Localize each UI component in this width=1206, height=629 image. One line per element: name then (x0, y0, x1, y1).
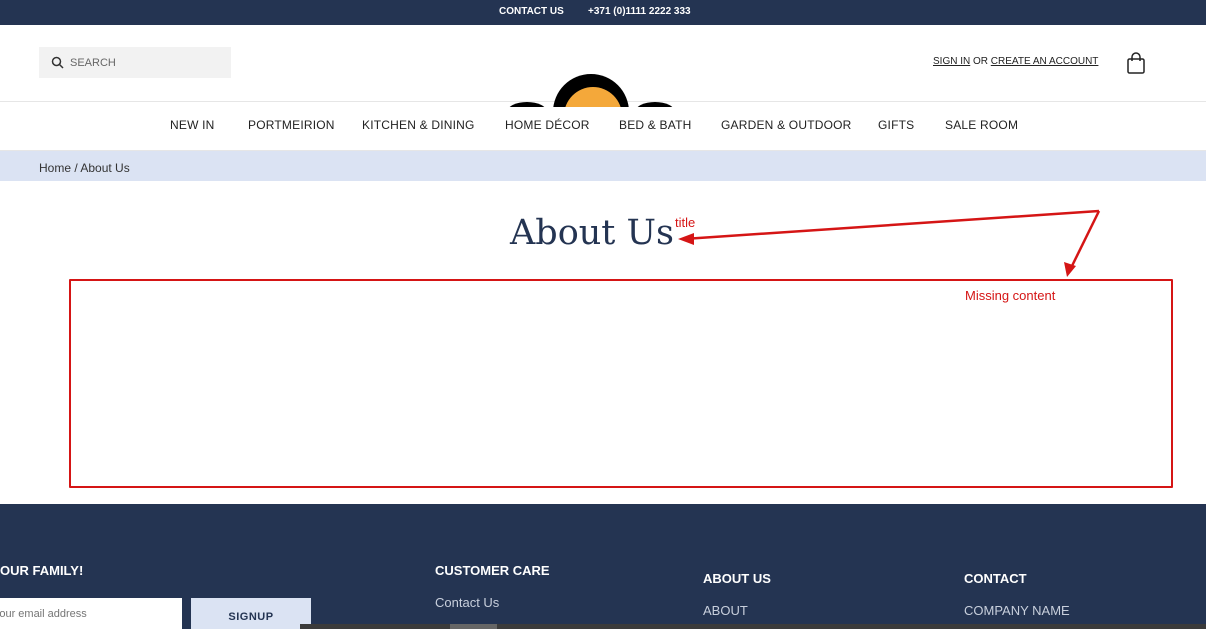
contact-heading: CONTACT (964, 571, 1027, 586)
strip-segment (450, 624, 497, 629)
phone-number[interactable]: +371 (0)1111 2222 333 (588, 6, 691, 17)
signup-button[interactable]: SIGNUP (191, 598, 311, 629)
search-box[interactable] (39, 47, 231, 78)
window-bottom-strip (300, 624, 1206, 629)
main-nav: NEW IN PORTMEIRION KITCHEN & DINING HOME… (0, 102, 1206, 151)
nav-item-new-in[interactable]: NEW IN (170, 118, 215, 132)
account-links: SIGN IN OR CREATE AN ACCOUNT (933, 56, 1098, 67)
page-title: About Us (510, 213, 674, 253)
search-icon (51, 56, 64, 69)
contact-us-link[interactable]: CONTACT US (499, 6, 564, 17)
nav-item-gifts[interactable]: GIFTS (878, 118, 914, 132)
annotation-missing-content-box (69, 279, 1173, 488)
breadcrumb[interactable]: Home / About Us (39, 161, 130, 175)
about-us-heading: ABOUT US (703, 571, 771, 586)
customer-care-heading: CUSTOMER CARE (435, 563, 550, 578)
search-input[interactable] (70, 54, 220, 71)
create-account-link[interactable]: CREATE AN ACCOUNT (991, 56, 1099, 67)
contact-us-footer-link[interactable]: Contact Us (435, 595, 499, 610)
about-footer-link[interactable]: ABOUT (703, 603, 748, 618)
nav-item-kitchen-dining[interactable]: KITCHEN & DINING (362, 118, 475, 132)
newsletter-heading: OUR FAMILY! (0, 563, 84, 578)
annotation-title-label: title (675, 215, 696, 230)
company-name: COMPANY NAME (964, 603, 1070, 618)
site-logo[interactable] (500, 50, 680, 107)
nav-item-bed-bath[interactable]: BED & BATH (619, 118, 691, 132)
nav-item-home-decor[interactable]: HOME DÉCOR (505, 118, 590, 132)
sign-in-link[interactable]: SIGN IN (933, 56, 970, 67)
top-bar: CONTACT US +371 (0)1111 2222 333 (0, 0, 1206, 25)
email-field[interactable] (0, 598, 182, 629)
site-header: SIGN IN OR CREATE AN ACCOUNT (0, 25, 1206, 107)
site-footer: OUR FAMILY! SIGNUP CUSTOMER CARE Contact… (0, 504, 1206, 629)
nav-item-sale-room[interactable]: SALE ROOM (945, 118, 1018, 132)
nav-item-garden-outdoor[interactable]: GARDEN & OUTDOOR (721, 118, 852, 132)
nav-item-portmeirion[interactable]: PORTMEIRION (248, 118, 335, 132)
shopping-bag-icon[interactable] (1126, 52, 1146, 74)
or-separator: OR (973, 56, 989, 67)
email-field-wrapper[interactable] (0, 598, 182, 629)
breadcrumb-bar: Home / About Us (0, 151, 1206, 181)
